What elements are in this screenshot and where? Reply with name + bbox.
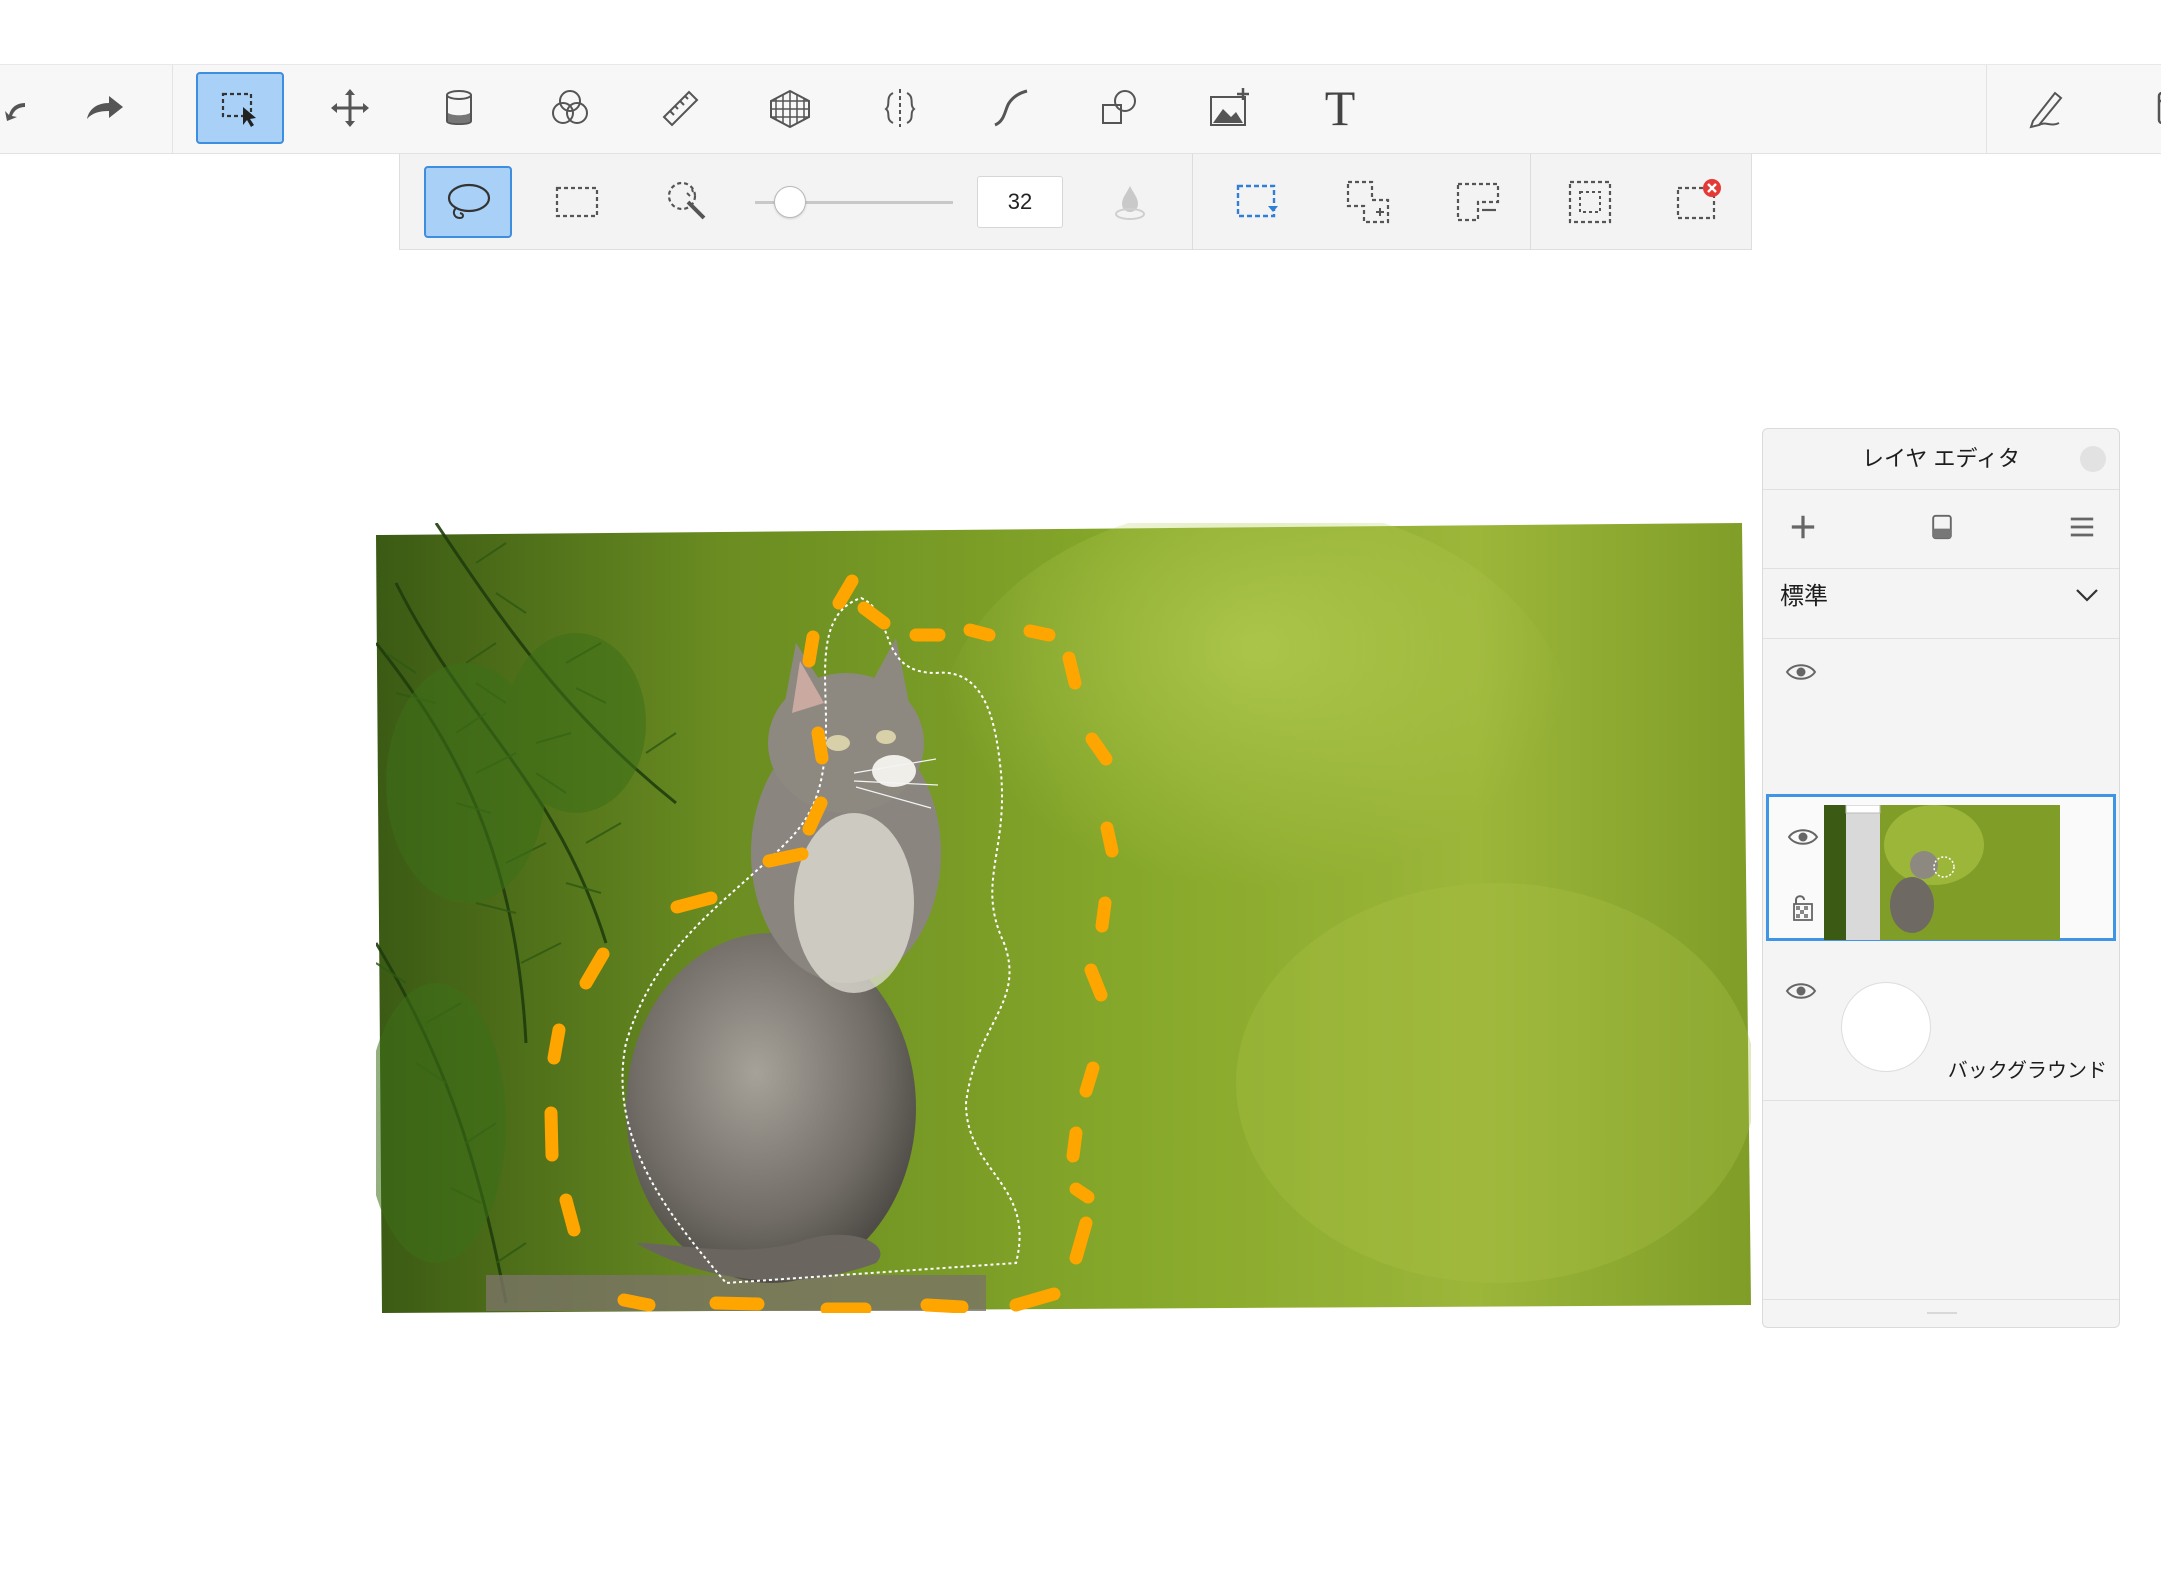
transform-tool-button[interactable] xyxy=(306,72,394,144)
symmetry-icon xyxy=(884,89,916,127)
visibility-eye-icon[interactable] xyxy=(1785,981,1817,1001)
lasso-select-button[interactable] xyxy=(424,166,512,238)
layer-menu-button[interactable] xyxy=(2062,507,2102,547)
toolbar-divider xyxy=(172,65,173,153)
layer-thumbnail xyxy=(1824,805,2060,940)
visibility-eye-icon[interactable] xyxy=(1785,662,1817,682)
rectangle-select-button[interactable] xyxy=(533,166,621,238)
ruler-icon xyxy=(662,90,699,127)
sub-toolbar-divider xyxy=(1530,154,1531,250)
toolbar-divider xyxy=(1986,65,1987,153)
panel-title: レイヤ エディタ xyxy=(1862,446,2020,471)
main-toolbar: T xyxy=(0,64,2161,154)
canvas-image[interactable] xyxy=(376,523,1751,1313)
blend-tool-button[interactable] xyxy=(526,72,614,144)
visibility-eye-icon[interactable] xyxy=(1787,827,1819,847)
invert-selection-icon xyxy=(1568,180,1612,224)
panel-close-button[interactable] xyxy=(2080,446,2106,472)
move-icon xyxy=(331,89,369,127)
redo-button[interactable] xyxy=(60,72,148,144)
layer-item[interactable] xyxy=(1763,640,2119,790)
text-tool-icon: T xyxy=(1324,80,1356,136)
panel-divider xyxy=(1763,1100,2119,1101)
add-image-tool-button[interactable] xyxy=(1186,72,1274,144)
pen-tool-button[interactable] xyxy=(2002,72,2090,144)
new-selection-icon xyxy=(1236,184,1278,218)
layer-editor-panel: レイヤ エディタ 標準 バックグラウンド xyxy=(1762,428,2120,1328)
layer-property-button[interactable] xyxy=(1922,507,1962,547)
panel-toggle-button[interactable] xyxy=(2108,72,2161,144)
layer-item-selected[interactable] xyxy=(1766,794,2116,941)
new-selection-button[interactable] xyxy=(1214,166,1302,238)
shape-tool-button[interactable] xyxy=(1076,72,1164,144)
panel-divider xyxy=(1763,568,2119,569)
brush-size-input[interactable]: 32 xyxy=(977,176,1063,228)
rectangle-selection-icon xyxy=(555,186,599,218)
hamburger-menu-icon xyxy=(2070,517,2094,537)
undo-button[interactable] xyxy=(0,72,48,144)
pen-icon xyxy=(2029,91,2063,129)
brush-size-slider-thumb[interactable] xyxy=(774,186,806,218)
background-layer-thumbnail[interactable] xyxy=(1841,982,1931,1072)
subtract-selection-icon xyxy=(1456,182,1500,222)
panel-icon xyxy=(2157,91,2161,125)
ruler-tool-button[interactable] xyxy=(636,72,724,144)
fill-tool-button[interactable] xyxy=(416,72,504,144)
shapes-icon xyxy=(1102,90,1136,124)
layer-icon xyxy=(1932,514,1952,540)
magic-wand-select-button[interactable] xyxy=(644,166,732,238)
add-layer-button[interactable] xyxy=(1783,507,1823,547)
deselect-button[interactable] xyxy=(1654,166,1742,238)
droplet-icon xyxy=(1115,186,1145,220)
plus-icon xyxy=(1791,515,1815,539)
symmetry-tool-button[interactable] xyxy=(856,72,944,144)
curve-tool-button[interactable] xyxy=(966,72,1054,144)
add-selection-icon xyxy=(1346,180,1390,224)
blend-mode-select[interactable]: 標準 xyxy=(1780,576,1828,611)
perspective-grid-icon xyxy=(770,89,810,129)
color-circles-icon xyxy=(552,90,588,124)
add-to-selection-button[interactable] xyxy=(1324,166,1412,238)
magic-wand-icon xyxy=(667,181,706,220)
curve-icon xyxy=(994,89,1028,127)
text-tool-button[interactable]: T xyxy=(1296,72,1384,144)
feather-button[interactable] xyxy=(1086,166,1174,238)
selection-tool-icon xyxy=(221,92,256,127)
panel-divider xyxy=(1763,489,2119,490)
perspective-tool-button[interactable] xyxy=(746,72,834,144)
redo-icon xyxy=(87,96,123,119)
panel-divider xyxy=(1763,638,2119,639)
undo-icon xyxy=(5,103,25,121)
chevron-down-icon[interactable] xyxy=(2073,581,2101,609)
lasso-icon xyxy=(447,183,491,220)
background-layer-label: バックグラウンド xyxy=(1947,1060,2107,1082)
selection-options-bar: 32 xyxy=(399,154,1752,250)
deselect-icon xyxy=(1676,179,1721,220)
subtract-from-selection-button[interactable] xyxy=(1434,166,1522,238)
paint-bucket-icon xyxy=(446,90,472,125)
alpha-lock-icon[interactable] xyxy=(1791,892,1815,922)
panel-resize-grip[interactable] xyxy=(1927,1312,1957,1314)
selection-tool-button[interactable] xyxy=(196,72,284,144)
panel-divider xyxy=(1763,1299,2119,1300)
invert-selection-button[interactable] xyxy=(1546,166,1634,238)
image-add-icon xyxy=(1210,88,1249,126)
sub-toolbar-divider xyxy=(1192,154,1193,250)
